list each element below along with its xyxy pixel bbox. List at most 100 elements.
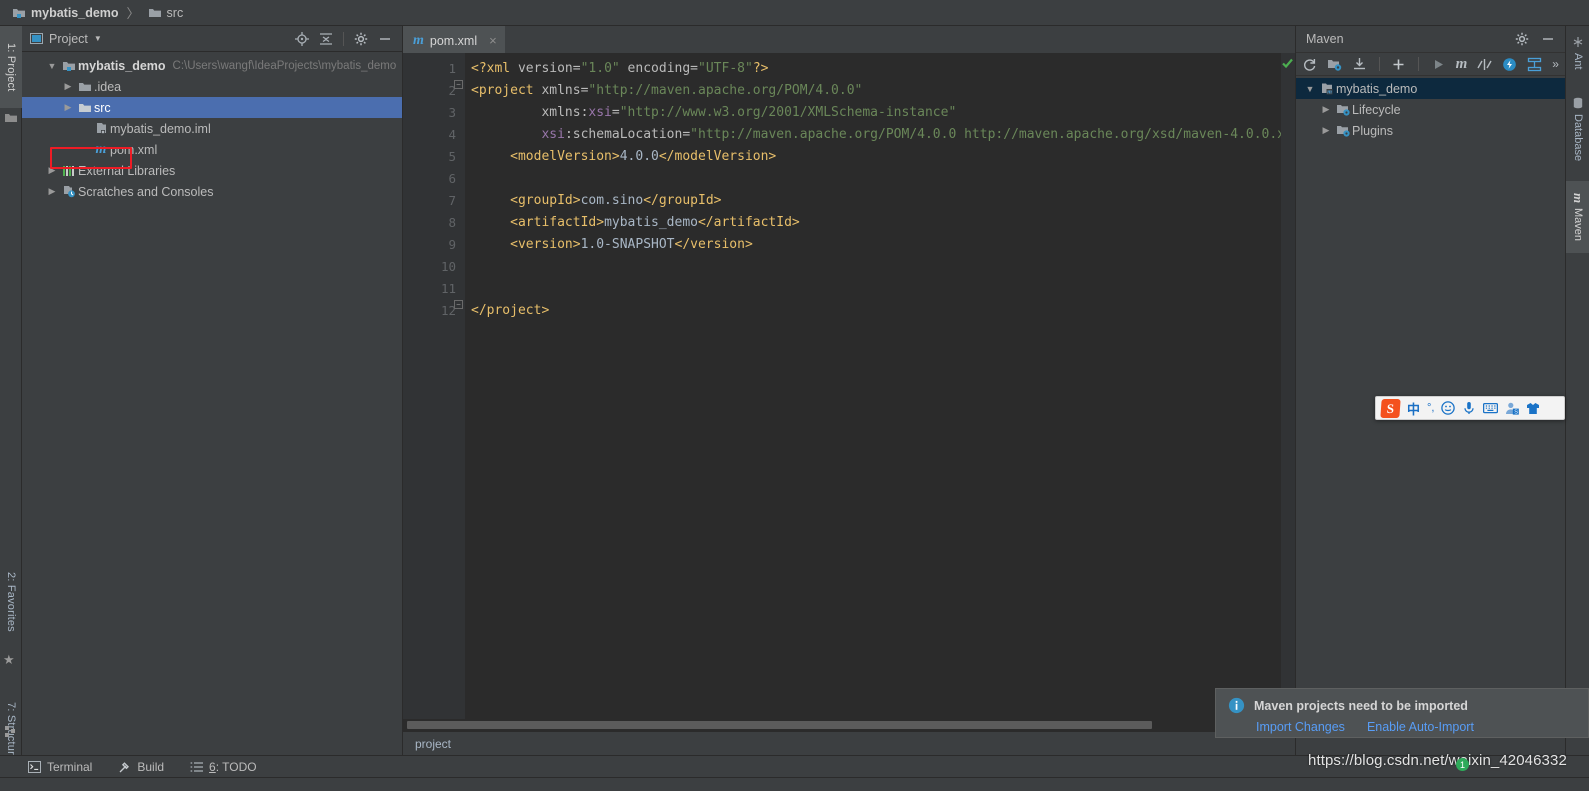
chevron-right-icon[interactable]: ▶ (1318, 125, 1334, 136)
notification-message: Maven projects need to be imported (1254, 698, 1468, 713)
tree-node-label: Scratches and Consoles (78, 184, 214, 199)
bottom-tab-terminal[interactable]: Terminal (28, 760, 92, 774)
chevron-down-icon[interactable]: ▼ (1302, 84, 1318, 94)
bottom-tab-todo[interactable]: 6: TODO (190, 760, 257, 774)
chevron-right-icon[interactable]: ▶ (60, 102, 76, 113)
module-folder-icon (60, 60, 78, 72)
watermark-badge: 1 (1456, 758, 1469, 771)
add-maven-project-icon[interactable] (1391, 57, 1406, 72)
maven-node-lifecycle[interactable]: ▶ Lifecycle (1296, 99, 1565, 120)
tree-node-label: .idea (94, 79, 122, 94)
bottom-tab-build[interactable]: Build (118, 760, 164, 774)
inspection-marker-bar[interactable] (1281, 53, 1295, 719)
sidebar-item-database[interactable]: Database (1566, 86, 1589, 172)
line-number: 11 (440, 281, 456, 296)
tree-node-mybatis-demo[interactable]: ▼ mybatis_demo C:\Users\wangf\IdeaProjec… (22, 55, 402, 76)
generate-sources-icon[interactable] (1327, 57, 1342, 72)
maven-plugins-folder-icon (1334, 124, 1352, 137)
chevron-down-icon[interactable]: ▼ (44, 61, 60, 71)
code-line-8: <artifactId>mybatis_demo</artifactId> (471, 215, 800, 230)
close-icon[interactable]: × (489, 33, 497, 48)
tab-pom-xml[interactable]: m pom.xml × (403, 26, 505, 53)
toggle-skip-tests-icon[interactable] (1477, 57, 1492, 72)
breadcrumb-item-project[interactable]: mybatis_demo (8, 0, 123, 26)
chevron-down-icon[interactable]: ▼ (94, 34, 102, 43)
ant-tab-label: Ant (1572, 53, 1584, 70)
collapse-all-icon[interactable] (319, 32, 333, 46)
star-icon: ★ (3, 652, 15, 667)
soft-keyboard-icon[interactable] (1483, 402, 1499, 414)
project-tool-window: Project ▼ ▼ mybatis_demo C:\Users\wangf\… (22, 26, 403, 755)
editor-breadcrumb[interactable]: project (403, 731, 1295, 755)
reload-all-projects-icon[interactable] (1302, 57, 1317, 72)
info-icon (1228, 697, 1245, 714)
breadcrumb-label: src (166, 5, 184, 20)
maven-node-plugins[interactable]: ▶ Plugins (1296, 120, 1565, 141)
module-folder-icon (12, 7, 26, 19)
chevron-right-icon[interactable]: ▶ (44, 165, 60, 176)
import-changes-link[interactable]: Import Changes (1256, 720, 1345, 734)
database-tab-label: Database (1572, 113, 1584, 162)
download-sources-icon[interactable] (1352, 57, 1367, 72)
tree-node-idea[interactable]: ▶ .idea (22, 76, 402, 97)
breadcrumb-item-src[interactable]: src (144, 0, 188, 26)
build-hammer-icon (118, 761, 131, 773)
emoji-icon[interactable] (1441, 401, 1456, 415)
sogou-ime-toolbar[interactable]: S 中 °, S (1375, 396, 1565, 420)
chevron-right-icon[interactable]: ▶ (1318, 104, 1334, 115)
sidebar-item-ant[interactable]: Ant (1566, 30, 1589, 76)
run-icon[interactable] (1431, 57, 1446, 72)
sidebar-item-favorites[interactable]: 2: Favorites (0, 556, 22, 648)
hide-minimize-icon[interactable] (378, 32, 392, 46)
hide-minimize-icon[interactable] (1541, 32, 1555, 46)
chinese-mode-icon[interactable]: 中 (1407, 399, 1420, 418)
ok-check-icon (1282, 58, 1293, 69)
code-text[interactable]: <?xml version="1.0" encoding="UTF-8"?> <… (465, 53, 1281, 719)
todo-rest: : TODO (215, 759, 257, 774)
tree-node-scratches[interactable]: ▶ Scratches and Consoles (22, 181, 402, 202)
tree-node-pom[interactable]: m pom.xml (22, 139, 402, 160)
enable-auto-import-link[interactable]: Enable Auto-Import (1367, 720, 1474, 734)
line-number: 5 (448, 149, 456, 164)
chevron-right-icon[interactable]: ▶ (60, 81, 76, 92)
punctuation-icon[interactable]: °, (1427, 402, 1434, 414)
todo-list-icon (190, 761, 204, 773)
execute-maven-goal-icon[interactable]: m (1456, 56, 1468, 73)
folder-icon (148, 7, 162, 19)
maven-node-mybatis-demo[interactable]: ▼ m mybatis_demo (1296, 78, 1565, 99)
scrollbar-thumb[interactable] (407, 721, 1152, 729)
maven-m-icon: m (1571, 192, 1586, 204)
tree-node-external-libraries[interactable]: ▶ External Libraries (22, 160, 402, 181)
toggle-offline-icon[interactable] (1502, 57, 1517, 72)
tree-node-iml[interactable]: mybatis_demo.iml (22, 118, 402, 139)
user-account-icon[interactable]: S (1505, 402, 1520, 415)
fold-collapse-icon[interactable]: − (454, 80, 463, 89)
libraries-icon (60, 165, 78, 177)
code-line-4: xsi:schemaLocation="http://maven.apache.… (541, 127, 1281, 142)
voice-input-icon[interactable] (1462, 401, 1476, 415)
expand-more-icon[interactable]: » (1552, 57, 1559, 71)
structure-icon (5, 726, 16, 737)
maven-panel-title: Maven (1306, 32, 1344, 46)
sidebar-item-maven[interactable]: m Maven (1566, 181, 1589, 253)
skin-shirt-icon[interactable] (1526, 402, 1540, 415)
tree-node-src[interactable]: ▶ src (22, 97, 402, 118)
maven-import-notification: Maven projects need to be imported Impor… (1215, 688, 1589, 738)
show-dependencies-icon[interactable] (1527, 57, 1542, 72)
locate-target-icon[interactable] (295, 31, 309, 46)
breadcrumb: mybatis_demo 〉 src (0, 0, 1589, 26)
editor-area: m pom.xml × 1 2 3 4 5 6 7 8 9 10 11 12 −… (403, 26, 1295, 755)
toolbar-divider (343, 31, 344, 46)
editor-horizontal-scrollbar[interactable] (403, 719, 1295, 731)
fold-collapse-icon[interactable]: − (454, 300, 463, 309)
todo-mnemonic: 6 (209, 759, 216, 774)
sogou-logo-icon[interactable]: S (1380, 398, 1401, 418)
line-number: 1 (448, 61, 456, 76)
settings-gear-icon[interactable] (354, 32, 368, 46)
code-line-9: <version>1.0-SNAPSHOT</version> (471, 237, 753, 252)
project-tree[interactable]: ▼ mybatis_demo C:\Users\wangf\IdeaProjec… (22, 52, 402, 755)
chevron-right-icon[interactable]: ▶ (44, 186, 60, 197)
sidebar-item-project[interactable]: 1: Project (0, 26, 22, 108)
settings-gear-icon[interactable] (1515, 32, 1529, 46)
